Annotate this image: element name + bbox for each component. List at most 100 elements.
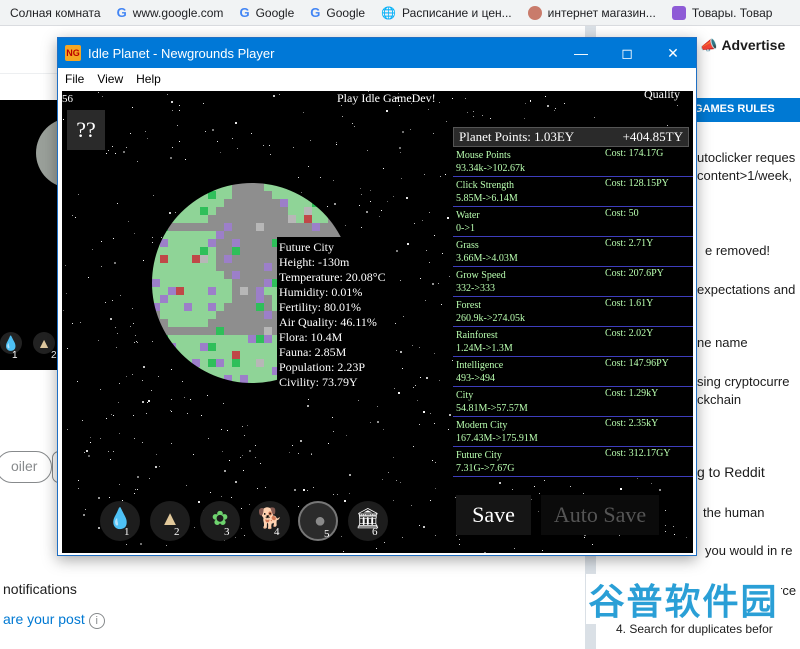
planet-tile[interactable] xyxy=(264,303,272,311)
planet-tile[interactable] xyxy=(176,255,184,263)
planet-tile[interactable] xyxy=(168,351,176,359)
planet-tile[interactable] xyxy=(248,255,256,263)
planet-tile[interactable] xyxy=(176,263,184,271)
planet-tile[interactable] xyxy=(240,295,248,303)
planet-tile[interactable] xyxy=(216,303,224,311)
planet-tile[interactable] xyxy=(192,351,200,359)
planet-tile[interactable] xyxy=(216,327,224,335)
planet-tile[interactable] xyxy=(248,375,256,383)
planet-tile[interactable] xyxy=(312,183,320,191)
planet-tile[interactable] xyxy=(208,351,216,359)
planet-tile[interactable] xyxy=(192,295,200,303)
planet-tile[interactable] xyxy=(224,231,232,239)
planet-tile[interactable] xyxy=(152,287,160,295)
planet-tile[interactable] xyxy=(152,327,160,335)
planet-tile[interactable] xyxy=(256,295,264,303)
upgrade-city[interactable]: City 54.81M->57.57M Cost: 1.29kY xyxy=(453,387,693,417)
planet-tile[interactable] xyxy=(184,231,192,239)
planet-tile[interactable] xyxy=(264,191,272,199)
upgrade-forest[interactable]: Forest 260.9k->274.05k Cost: 1.61Y xyxy=(453,297,693,327)
bookmark-item[interactable]: G Google xyxy=(239,5,294,20)
planet-tile[interactable] xyxy=(320,215,328,223)
planet-tile[interactable] xyxy=(224,367,232,375)
planet-tile[interactable] xyxy=(224,279,232,287)
planet-tile[interactable] xyxy=(264,223,272,231)
planet-tile[interactable] xyxy=(216,255,224,263)
planet-tile[interactable] xyxy=(248,295,256,303)
planet-tile[interactable] xyxy=(264,375,272,383)
planet-tile[interactable] xyxy=(240,279,248,287)
planet-tile[interactable] xyxy=(224,343,232,351)
planet-tile[interactable] xyxy=(184,319,192,327)
planet-tile[interactable] xyxy=(216,271,224,279)
rule-item[interactable]: g to Reddit xyxy=(697,464,765,480)
planet-tile[interactable] xyxy=(168,191,176,199)
planet-tile[interactable] xyxy=(152,215,160,223)
planet-tile[interactable] xyxy=(184,351,192,359)
planet-tile[interactable] xyxy=(160,239,168,247)
planet-tile[interactable] xyxy=(256,223,264,231)
play-idle-gamedev-link[interactable]: Play Idle GameDev! xyxy=(337,91,436,106)
planet-tile[interactable] xyxy=(160,335,168,343)
planet-tile[interactable] xyxy=(256,311,264,319)
planet-tile[interactable] xyxy=(184,359,192,367)
planet-tile[interactable] xyxy=(280,199,288,207)
planet-tile[interactable] xyxy=(240,199,248,207)
planet-tile[interactable] xyxy=(312,215,320,223)
planet-tile[interactable] xyxy=(224,351,232,359)
planet-tile[interactable] xyxy=(224,319,232,327)
planet-tile[interactable] xyxy=(200,351,208,359)
planet-tile[interactable] xyxy=(208,295,216,303)
tool-water-button[interactable]: 💧 1 xyxy=(100,501,140,541)
planet-tile[interactable] xyxy=(160,207,168,215)
planet-tile[interactable] xyxy=(184,327,192,335)
planet-tile[interactable] xyxy=(264,199,272,207)
planet-tile[interactable] xyxy=(256,183,264,191)
planet-tile[interactable] xyxy=(336,223,344,231)
planet-tile[interactable] xyxy=(192,343,200,351)
planet-tile[interactable] xyxy=(264,247,272,255)
planet-tile[interactable] xyxy=(240,327,248,335)
tool-sand-button[interactable]: ▲ 2 xyxy=(150,501,190,541)
planet-tile[interactable] xyxy=(240,287,248,295)
planet-tile[interactable] xyxy=(248,271,256,279)
bookmark-item[interactable]: Gwww.google.com xyxy=(117,5,224,20)
planet-tile[interactable] xyxy=(192,311,200,319)
planet-tile[interactable] xyxy=(176,271,184,279)
planet-tile[interactable] xyxy=(256,375,264,383)
planet-tile[interactable] xyxy=(224,199,232,207)
planet-tile[interactable] xyxy=(208,247,216,255)
planet-tile[interactable] xyxy=(200,247,208,255)
rule-item[interactable]: ckchain xyxy=(697,392,741,407)
planet-tile[interactable] xyxy=(232,351,240,359)
planet-tile[interactable] xyxy=(240,319,248,327)
planet-tile[interactable] xyxy=(344,223,352,231)
planet-tile[interactable] xyxy=(256,343,264,351)
planet-tile[interactable] xyxy=(160,279,168,287)
planet-tile[interactable] xyxy=(176,279,184,287)
bookmark-item[interactable]: Товары. Товар xyxy=(671,5,772,20)
planet-tile[interactable] xyxy=(272,215,280,223)
planet-tile[interactable] xyxy=(168,183,176,191)
planet-tile[interactable] xyxy=(160,183,168,191)
planet-tile[interactable] xyxy=(200,199,208,207)
planet-tile[interactable] xyxy=(208,271,216,279)
planet-tile[interactable] xyxy=(160,303,168,311)
planet-tile[interactable] xyxy=(256,279,264,287)
planet-tile[interactable] xyxy=(160,255,168,263)
planet-tile[interactable] xyxy=(216,375,224,383)
planet-tile[interactable] xyxy=(224,223,232,231)
planet-tile[interactable] xyxy=(248,223,256,231)
planet-tile[interactable] xyxy=(248,303,256,311)
planet-tile[interactable] xyxy=(200,279,208,287)
planet-tile[interactable] xyxy=(336,199,344,207)
planet-tile[interactable] xyxy=(256,359,264,367)
rule-item[interactable]: sing cryptocurre xyxy=(697,374,789,389)
advertise-button[interactable]: 📣 Advertise xyxy=(700,37,785,54)
planet-tile[interactable] xyxy=(264,295,272,303)
planet-tile[interactable] xyxy=(176,199,184,207)
planet-tile[interactable] xyxy=(304,215,312,223)
planet-tile[interactable] xyxy=(216,191,224,199)
planet-tile[interactable] xyxy=(256,199,264,207)
planet-tile[interactable] xyxy=(256,207,264,215)
